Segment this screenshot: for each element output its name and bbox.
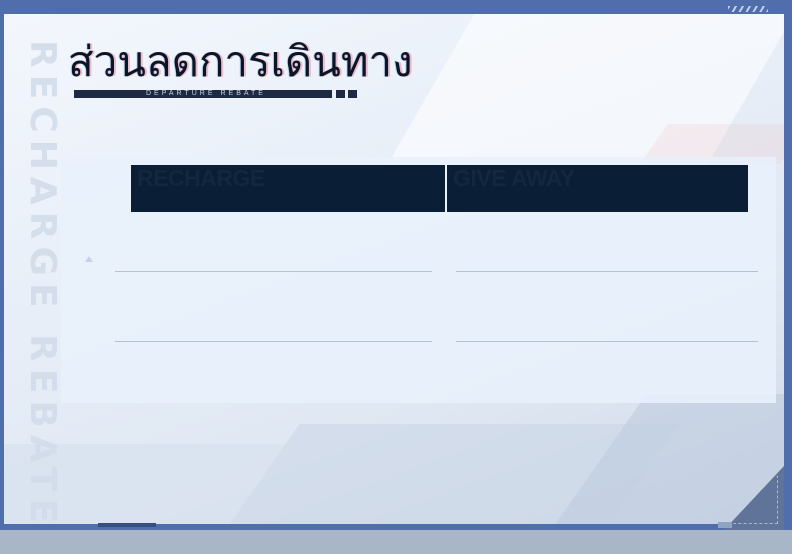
decorative-bar [98, 523, 156, 527]
decorative-tab [718, 522, 732, 528]
up-arrow-icon [85, 256, 93, 262]
row-divider [115, 271, 432, 272]
row-divider [456, 341, 758, 342]
column-header-give-away: GIVE AWAY [447, 165, 748, 212]
subtitle-bar: DEPARTURE REBATE [74, 90, 332, 98]
row-divider [115, 341, 432, 342]
row-divider [456, 271, 758, 272]
decorative-square [348, 90, 357, 98]
vertical-watermark-title: RECHARGE REBATE [22, 40, 63, 531]
column-header-recharge: RECHARGE [131, 165, 445, 212]
decorative-square [336, 90, 345, 98]
page-title: ส่วนลดการเดินทาง [68, 37, 413, 86]
page-subtitle: DEPARTURE REBATE [146, 90, 266, 97]
decorative-ticks [728, 6, 768, 12]
